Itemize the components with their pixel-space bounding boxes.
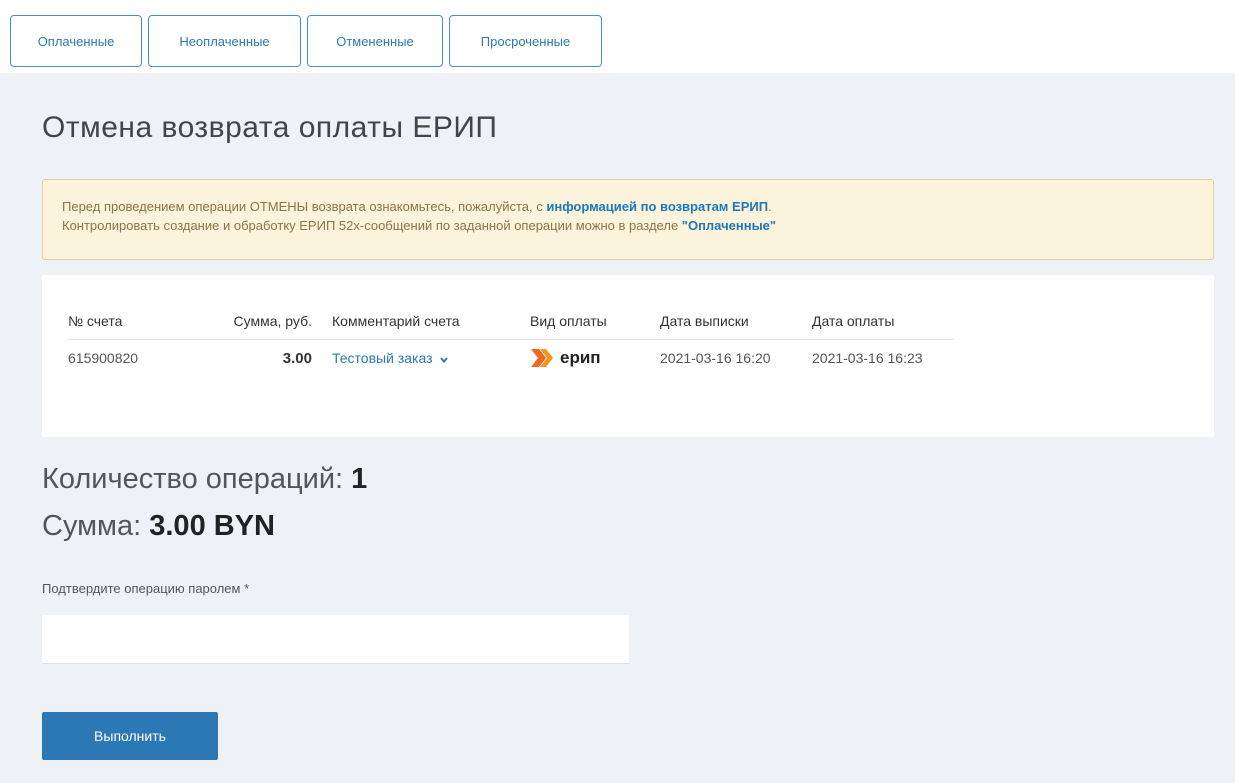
alert-line-2-text: Контролировать создание и обработку ЕРИП… bbox=[62, 218, 682, 233]
password-label: Подтвердите операцию паролем * bbox=[42, 581, 250, 596]
erip-logo-text: ерип bbox=[560, 348, 601, 368]
alert-line-1-suffix: . bbox=[768, 199, 772, 214]
invoice-amount: 3.00 bbox=[282, 349, 312, 367]
status-tabs: Оплаченные Неоплаченные Отмененные Проср… bbox=[10, 15, 602, 67]
operations-table: № счета Сумма, руб. Комментарий счета Ви… bbox=[68, 303, 954, 377]
main-content: Отмена возврата оплаты ЕРИП Перед провед… bbox=[0, 73, 1235, 783]
col-comment: Комментарий счета bbox=[332, 303, 530, 340]
erip-chevron-icon bbox=[531, 349, 553, 368]
erip-refunds-info-link[interactable]: информацией по возвратам ЕРИП bbox=[546, 199, 768, 214]
invoice-comment: Тестовый заказ bbox=[332, 350, 433, 367]
pay-date: 2021-03-16 16:23 bbox=[812, 350, 923, 367]
tab-cancelled[interactable]: Отмененные bbox=[307, 15, 443, 67]
col-payment-type: Вид оплаты bbox=[530, 303, 660, 340]
operations-count-value: 1 bbox=[351, 463, 368, 495]
page-title: Отмена возврата оплаты ЕРИП bbox=[42, 111, 498, 144]
paid-section-link[interactable]: "Оплаченные" bbox=[682, 218, 776, 233]
tab-paid[interactable]: Оплаченные bbox=[10, 15, 142, 67]
alert-line-1-text: Перед проведением операции ОТМЕНЫ возвра… bbox=[62, 199, 547, 214]
chevron-down-icon bbox=[440, 356, 449, 363]
operations-sum-value: 3.00 BYN bbox=[149, 510, 275, 542]
invoice-comment-toggle[interactable]: Тестовый заказ bbox=[332, 350, 449, 366]
col-amount: Сумма, руб. bbox=[212, 303, 332, 340]
invoice-comment-cell: Тестовый заказ bbox=[332, 339, 530, 377]
execute-button[interactable]: Выполнить bbox=[42, 712, 218, 760]
operations-sum-label: Сумма: bbox=[42, 510, 150, 542]
tab-overdue[interactable]: Просроченные bbox=[449, 15, 602, 67]
table-header-row: № счета Сумма, руб. Комментарий счета Ви… bbox=[68, 303, 954, 340]
table-row: 615900820 3.00 Тестовый заказ ерип 2021-… bbox=[68, 339, 954, 377]
operations-count-label: Количество операций: bbox=[42, 463, 352, 495]
operations-count: Количество операций: 1 bbox=[42, 463, 367, 496]
issue-date: 2021-03-16 16:20 bbox=[660, 350, 771, 367]
alert-line-1: Перед проведением операции ОТМЕНЫ возвра… bbox=[62, 197, 1194, 216]
info-alert: Перед проведением операции ОТМЕНЫ возвра… bbox=[42, 179, 1214, 260]
alert-line-2: Контролировать создание и обработку ЕРИП… bbox=[62, 216, 1194, 235]
operations-sum: Сумма: 3.00 BYN bbox=[42, 510, 275, 543]
invoice-number: 615900820 bbox=[68, 350, 139, 367]
operations-panel: № счета Сумма, руб. Комментарий счета Ви… bbox=[42, 275, 1214, 437]
password-field[interactable] bbox=[42, 615, 629, 664]
erip-logo: ерип bbox=[530, 347, 640, 369]
col-issue-date: Дата выписки bbox=[660, 303, 812, 340]
payment-type-cell: ерип bbox=[530, 339, 660, 377]
col-pay-date: Дата оплаты bbox=[812, 303, 954, 340]
col-invoice: № счета bbox=[68, 303, 212, 340]
tab-unpaid[interactable]: Неоплаченные bbox=[148, 15, 301, 67]
